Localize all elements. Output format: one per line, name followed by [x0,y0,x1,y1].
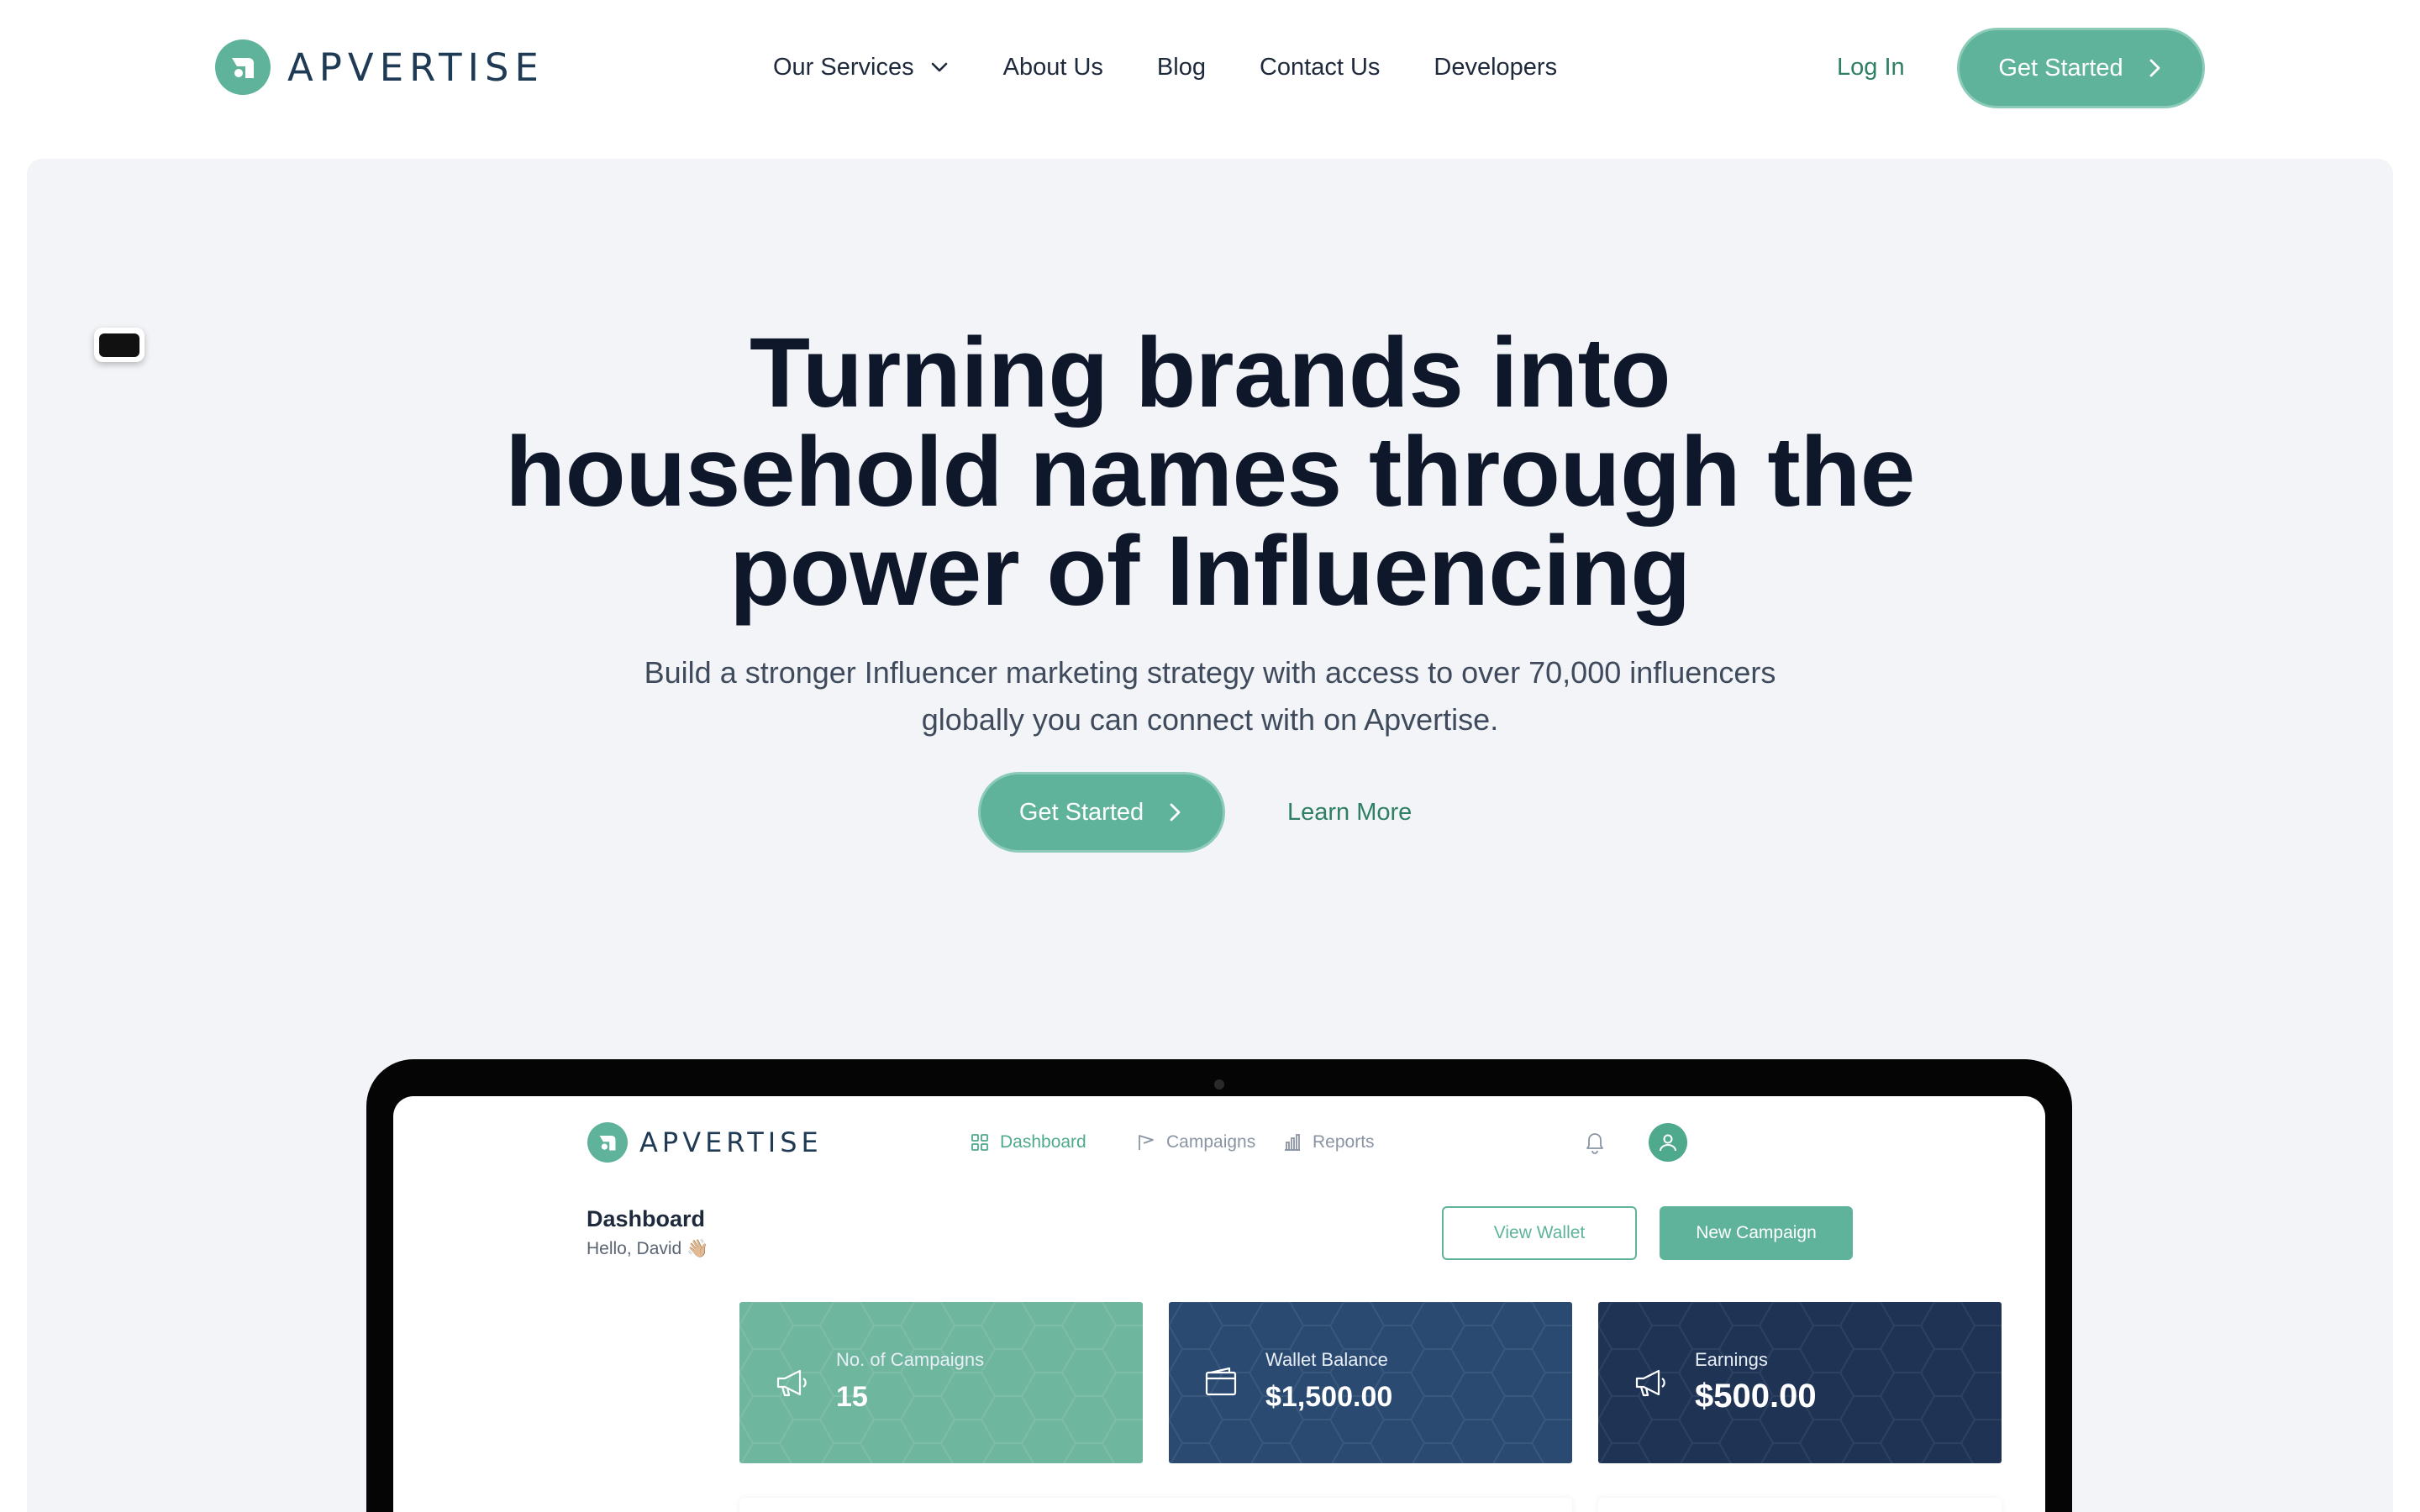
chart-card [739,1498,1572,1512]
view-wallet-button: View Wallet [1442,1206,1637,1260]
megaphone-icon [776,1369,807,1397]
chevron-down-icon [931,62,947,72]
nav-blog[interactable]: Blog [1157,54,1206,81]
top-navbar: APVERTISE Our Services About Us Blog Con… [0,0,2420,134]
stat-label: No. of Campaigns [836,1349,985,1370]
campaign-flag-icon [1139,1135,1154,1150]
hero-subtitle-line-1: Build a stronger Influencer marketing st… [644,655,1776,690]
apvertise-logo-icon [215,39,271,95]
stat-card-wallet-balance: Wallet Balance $1,500.00 [1169,1302,1572,1463]
grid-icon [971,1134,988,1151]
nav-get-started-button[interactable]: Get Started [1957,28,2205,108]
app-nav-campaigns: Campaigns [1136,1131,1255,1154]
apvertise-logo-icon [587,1122,628,1163]
bar-chart-icon [1285,1134,1300,1151]
nav-our-services-label: Our Services [773,53,914,81]
notification-bell-icon [1586,1133,1603,1154]
laptop-mockup: APVERTISE Dashboard Campaigns Reports Da… [366,1059,2072,1512]
app-nav-dashboard-label: Dashboard [1000,1132,1086,1152]
stat-value: $500.00 [1695,1378,1817,1415]
hero-headline-line-3: power of Influencing [729,516,1691,627]
app-nav-reports: Reports [1282,1131,1375,1154]
chevron-right-icon [2149,59,2160,77]
stat-label: Earnings [1695,1349,1768,1370]
nav-our-services[interactable]: Our Services [773,54,950,81]
app-brand-name: APVERTISE [639,1126,823,1158]
hero-get-started-label: Get Started [1018,798,1144,826]
new-campaign-button: New Campaign [1660,1206,1853,1260]
app-nav-campaigns-label: Campaigns [1166,1132,1256,1152]
hero-headline-line-1: Turning brands into [749,318,1671,428]
stat-card-earnings: Earnings $500.00 [1598,1302,2002,1463]
dashboard-preview: APVERTISE Dashboard Campaigns Reports Da… [393,1096,2045,1512]
hero-subtitle-line-2: globally you can connect with on Apverti… [921,702,1499,737]
primary-nav: Our Services About Us Blog Contact Us De… [773,49,1611,86]
megaphone-icon [1635,1369,1665,1397]
stat-value: $1,500.00 [1265,1381,1393,1413]
laptop-camera [1214,1079,1224,1089]
brand-logo[interactable]: APVERTISE [215,39,544,95]
user-icon [1660,1134,1676,1152]
chevron-right-icon [1170,803,1181,822]
learn-more-link[interactable]: Learn More [1287,794,1412,831]
login-link[interactable]: Log In [1837,49,1905,86]
stat-card-campaigns: No. of Campaigns 15 [739,1302,1143,1463]
nav-get-started-label: Get Started [1998,54,2123,81]
nav-contact-us[interactable]: Contact Us [1260,54,1380,81]
nav-about-us[interactable]: About Us [1003,54,1103,81]
stat-value: 15 [836,1381,868,1413]
hero-headline: Turning brands into household names thro… [27,323,2393,621]
side-card [1598,1498,2002,1512]
hero-subtitle: Build a stronger Influencer marketing st… [27,649,2393,743]
brand-name: APVERTISE [287,45,544,90]
hero-section: Turning brands into household names thro… [27,159,2393,1512]
app-nav-dashboard: Dashboard [970,1131,1086,1154]
app-nav-reports-label: Reports [1313,1132,1375,1152]
stat-label: Wallet Balance [1265,1349,1388,1370]
dashboard-title: Dashboard [587,1206,706,1231]
hero-headline-line-2: household names through the [505,417,1915,528]
app-brand-logo: APVERTISE [587,1122,823,1163]
hero-get-started-button[interactable]: Get Started [978,772,1225,853]
user-avatar [1649,1123,1687,1162]
dashboard-greeting: Hello, David 👋🏼 [587,1239,709,1258]
nav-developers[interactable]: Developers [1434,54,1557,81]
wallet-icon [1205,1367,1237,1396]
